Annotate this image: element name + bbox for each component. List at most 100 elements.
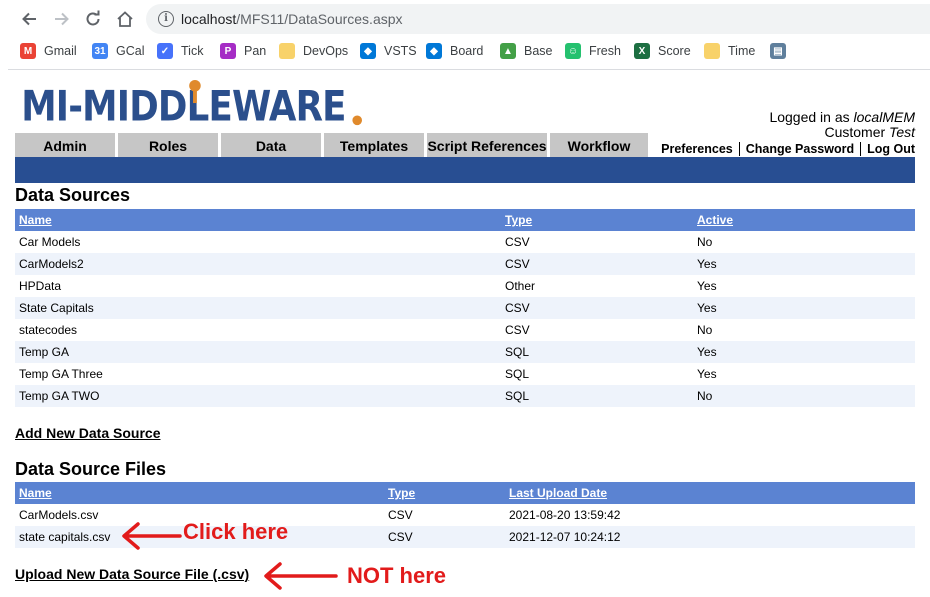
name-cell: HPData bbox=[19, 279, 62, 293]
bookmark-tick[interactable]: ✓ Tick bbox=[157, 42, 203, 60]
bookmark-gcal[interactable]: 31 GCal bbox=[92, 42, 144, 60]
name-cell: State Capitals bbox=[15, 297, 501, 319]
tab-script-references[interactable]: Script References bbox=[427, 133, 547, 157]
last-upload-date-cell: 2021-08-20 13:59:42 bbox=[509, 508, 621, 522]
not-here-annotation: NOT here bbox=[347, 563, 447, 588]
not-here-arrow-icon bbox=[264, 562, 338, 590]
type-cell: CSV bbox=[384, 526, 505, 548]
forward-arrow-icon[interactable] bbox=[50, 7, 74, 31]
table-row[interactable]: Temp GA Three SQL Yes bbox=[15, 363, 915, 385]
bookmark-vsts[interactable]: ◆ VSTS bbox=[360, 42, 417, 60]
bookmark-app[interactable]: ▤ bbox=[770, 42, 794, 60]
bookmark-base[interactable]: ▲ Base bbox=[500, 42, 553, 60]
table-row[interactable]: Temp GA TWO SQL No bbox=[15, 385, 915, 407]
name-cell: Temp GA Three bbox=[19, 367, 103, 381]
home-icon[interactable] bbox=[113, 7, 137, 31]
type-cell: CSV bbox=[505, 323, 530, 337]
last-upload-date-cell: 2021-12-07 10:24:12 bbox=[505, 526, 915, 548]
bookmark-score[interactable]: X Score bbox=[634, 42, 691, 60]
table-row[interactable]: statecodes CSV No bbox=[15, 319, 915, 341]
bookmark-board[interactable]: ◆ Board bbox=[426, 42, 483, 60]
name-cell: statecodes bbox=[19, 323, 78, 337]
sort-name-link[interactable]: Name bbox=[19, 486, 52, 500]
table-row[interactable]: State Capitals CSV Yes bbox=[15, 297, 915, 319]
url-text: localhost/MFS11/DataSources.aspx bbox=[181, 11, 403, 27]
type-cell: CSV bbox=[501, 253, 693, 275]
user-info: Logged in as localMEM Customer Test bbox=[769, 109, 915, 140]
upload-new-data-source-file-link[interactable]: Upload New Data Source File (.csv) bbox=[15, 566, 249, 582]
sort-type-link[interactable]: Type bbox=[388, 486, 415, 500]
click-here-annotation: Click here bbox=[183, 519, 289, 544]
click-here-arrow-icon bbox=[122, 522, 182, 550]
board-icon: ◆ bbox=[426, 43, 442, 59]
table-row[interactable]: Temp GA SQL Yes bbox=[15, 341, 915, 363]
bookmark-label: Score bbox=[658, 44, 691, 58]
address-bar[interactable]: i localhost/MFS11/DataSources.aspx bbox=[146, 4, 930, 34]
bookmark-label: Base bbox=[524, 44, 553, 58]
username: localMEM bbox=[853, 109, 915, 125]
bookmark-label: Board bbox=[450, 44, 484, 58]
bookmark-label: Fresh bbox=[589, 44, 621, 58]
type-cell: CSV bbox=[505, 235, 530, 249]
logo-text: MI-MIDDLEWARE bbox=[21, 81, 345, 128]
tab-workflow[interactable]: Workflow bbox=[550, 133, 648, 157]
column-header-name: Name bbox=[15, 482, 384, 504]
reload-icon[interactable] bbox=[81, 7, 105, 31]
sort-type-link[interactable]: Type bbox=[505, 213, 532, 227]
bookmark-gmail[interactable]: M Gmail bbox=[20, 42, 77, 60]
tab-templates[interactable]: Templates bbox=[324, 133, 424, 157]
bookmarks-bar: M Gmail 31 GCal ✓ Tick P Pan DevOps ◆ VSTS ◆ Board ▲ B… bbox=[0, 38, 930, 64]
bookmark-label: Gmail bbox=[44, 44, 77, 58]
name-cell: Temp GA bbox=[15, 341, 501, 363]
bookmark-label: GCal bbox=[116, 44, 145, 58]
excel-icon: X bbox=[634, 43, 650, 59]
bookmark-label: Tick bbox=[181, 44, 204, 58]
sort-active-link[interactable]: Active bbox=[697, 213, 733, 227]
active-cell: No bbox=[697, 323, 713, 337]
data-sources-title: Data Sources bbox=[15, 185, 131, 205]
type-cell: SQL bbox=[501, 341, 693, 363]
active-cell: No bbox=[697, 235, 713, 249]
name-cell: Temp GA TWO bbox=[15, 385, 501, 407]
gmail-icon: M bbox=[20, 43, 36, 59]
account-links: Preferences Change Password Log Out bbox=[655, 141, 915, 157]
type-cell: SQL bbox=[501, 385, 693, 407]
tab-roles[interactable]: Roles bbox=[118, 133, 218, 157]
table-row[interactable]: Car Models CSV No bbox=[15, 231, 915, 253]
tab-data[interactable]: Data bbox=[221, 133, 321, 157]
table-row[interactable]: HPData Other Yes bbox=[15, 275, 915, 297]
site-info-icon[interactable]: i bbox=[158, 11, 174, 27]
base-icon: ▲ bbox=[500, 43, 516, 59]
log-out-link[interactable]: Log Out bbox=[861, 142, 915, 156]
toolbar-divider bbox=[8, 69, 930, 70]
bookmark-devops[interactable]: DevOps bbox=[279, 42, 348, 60]
back-arrow-icon[interactable] bbox=[17, 7, 41, 31]
table-row[interactable]: CarModels2 CSV Yes bbox=[15, 253, 915, 275]
table-header-row: Name Type Active bbox=[15, 209, 915, 231]
sort-last-upload-date-link[interactable]: Last Upload Date bbox=[509, 486, 607, 500]
tab-admin[interactable]: Admin bbox=[15, 133, 115, 157]
browser-toolbar: i localhost/MFS11/DataSources.aspx bbox=[0, 0, 930, 38]
bookmark-label: Pan bbox=[244, 44, 267, 58]
name-cell: Car Models bbox=[19, 235, 81, 249]
table-header-row: Name Type Last Upload Date bbox=[15, 482, 915, 504]
column-header-type: Type bbox=[384, 482, 505, 504]
folder-icon bbox=[704, 43, 720, 59]
active-cell: Yes bbox=[693, 341, 915, 363]
bookmark-label: VSTS bbox=[384, 44, 417, 58]
name-cell: CarModels2 bbox=[15, 253, 501, 275]
app-icon: ▤ bbox=[770, 43, 786, 59]
type-cell: Other bbox=[505, 279, 536, 293]
bookmark-fresh[interactable]: ☺ Fresh bbox=[565, 42, 621, 60]
change-password-link[interactable]: Change Password bbox=[740, 142, 860, 156]
type-cell: CSV bbox=[388, 508, 413, 522]
bookmark-pan[interactable]: P Pan bbox=[220, 42, 266, 60]
gcal-icon: 31 bbox=[92, 43, 108, 59]
header-blue-bar bbox=[15, 157, 915, 183]
add-new-data-source-link[interactable]: Add New Data Source bbox=[15, 425, 160, 441]
active-cell: Yes bbox=[697, 367, 717, 381]
preferences-link[interactable]: Preferences bbox=[655, 142, 739, 156]
bookmark-time[interactable]: Time bbox=[704, 42, 755, 60]
sort-name-link[interactable]: Name bbox=[19, 213, 52, 227]
column-header-last-upload-date: Last Upload Date bbox=[505, 482, 915, 504]
